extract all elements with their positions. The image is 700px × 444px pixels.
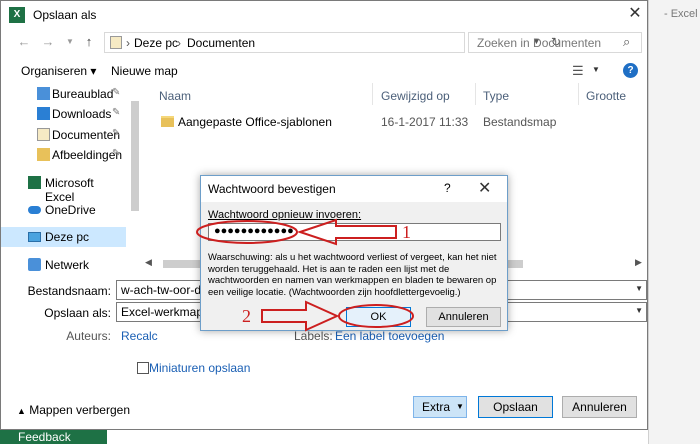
tools-label: Extra (422, 400, 451, 414)
address-bar[interactable]: › Deze pc › Documenten ▼ ↻ (104, 32, 561, 53)
view-options-icon[interactable]: ☰ (572, 63, 584, 79)
file-name: Aangepaste Office-sjablonen (178, 115, 332, 129)
step-2-label: 2 (242, 306, 251, 326)
search-icon[interactable]: ⌕ (623, 34, 630, 50)
tools-button[interactable]: Extra ▼ (413, 396, 467, 418)
navigation-pane: Bureaublad ✎ Downloads ✎ Documenten ✎ Af… (1, 83, 126, 277)
sidebar-item-label: Bureaublad (52, 87, 114, 101)
filename-label: Bestandsnaam: (27, 284, 111, 298)
sidebar-item-microsoft-excel[interactable]: Microsoft Excel (1, 173, 126, 204)
documents-location-icon (110, 36, 122, 49)
hide-folders-label: Mappen verbergen (29, 403, 130, 417)
sidebar-item-downloads[interactable]: Downloads ✎ (1, 104, 126, 124)
recent-locations-chevron-icon[interactable]: ▼ (61, 33, 79, 51)
sidebar-item-label: Deze pc (45, 230, 90, 244)
reenter-password-label: Wachtwoord opnieuw invoeren: (208, 209, 362, 221)
sidebar-item-label: Netwerk (45, 258, 90, 272)
chevron-up-icon: ▲ (17, 406, 26, 416)
address-segment-this-pc[interactable]: Deze pc (134, 36, 178, 50)
column-separator (578, 83, 579, 105)
filename-value: w-ach-tw-oor-d-e (121, 283, 212, 297)
column-header-type[interactable]: Type (483, 89, 509, 103)
pin-icon: ✎ (112, 148, 121, 159)
tags-input[interactable]: Een label toevoegen (335, 329, 444, 343)
save-as-title: Opslaan als (33, 8, 97, 22)
sidebar-item-pictures[interactable]: Afbeeldingen ✎ (1, 145, 126, 165)
back-arrow-icon[interactable]: ← (15, 33, 33, 51)
sidebar-item-network[interactable]: Netwerk (1, 255, 126, 275)
close-icon[interactable]: ✕ (478, 178, 491, 198)
sidebar-item-this-pc[interactable]: Deze pc (1, 227, 126, 247)
help-icon[interactable]: ? (444, 181, 451, 195)
sidebar-item-onedrive[interactable]: OneDrive (1, 200, 126, 220)
desktop-folder-icon (37, 87, 50, 100)
address-separator: › (126, 36, 130, 50)
address-segment-documents[interactable]: Documenten (187, 36, 255, 50)
save-as-titlebar: X Opslaan als ✕ (1, 1, 647, 29)
file-modified: 16-1-2017 11:33 (381, 115, 469, 129)
sidebar-item-label: Downloads (52, 107, 112, 121)
column-header-size[interactable]: Grootte (586, 89, 626, 103)
confirm-title: Wachtwoord bevestigen (208, 182, 336, 196)
chevron-down-icon: ▼ (456, 402, 464, 411)
save-type-dropdown-icon[interactable]: ▼ (635, 306, 643, 315)
cancel-button[interactable]: Annuleren (426, 307, 501, 327)
cancel-button[interactable]: Annuleren (562, 396, 637, 418)
authors-value[interactable]: Recalc (121, 329, 158, 343)
thumbnails-label[interactable]: Miniaturen opslaan (149, 361, 250, 375)
ok-button[interactable]: OK (346, 307, 411, 327)
password-value: ●●●●●●●●●●●● (214, 225, 294, 237)
authors-label: Auteurs: (66, 329, 111, 343)
excel-app-icon: X (9, 7, 25, 23)
excel-icon (28, 176, 41, 189)
documents-folder-icon (37, 128, 50, 141)
excel-window-edge: - Excel (648, 0, 700, 444)
downloads-folder-icon (37, 107, 50, 120)
close-icon[interactable]: ✕ (625, 4, 645, 24)
sidebar-item-label: Documenten (52, 128, 121, 142)
search-input[interactable]: Zoeken in Documenten ⌕ (468, 32, 642, 53)
sidebar-item-label: OneDrive (45, 203, 96, 217)
new-folder-button[interactable]: Nieuwe map (111, 64, 178, 78)
save-type-value: Excel-werkmap (121, 305, 204, 319)
confirm-titlebar: Wachtwoord bevestigen ? ✕ (201, 176, 507, 202)
scroll-left-icon[interactable]: ◀ (145, 257, 152, 268)
pin-icon: ✎ (112, 128, 121, 139)
tags-label: Labels: (294, 329, 333, 343)
hide-folders-button[interactable]: ▲ Mappen verbergen (17, 403, 130, 417)
column-header-modified[interactable]: Gewijzigd op (381, 89, 450, 103)
onedrive-icon (28, 206, 41, 214)
password-input[interactable]: ●●●●●●●●●●●● (208, 223, 501, 241)
up-arrow-icon[interactable]: ↑ (80, 33, 98, 51)
pictures-folder-icon (37, 148, 50, 161)
scroll-right-icon[interactable]: ▶ (635, 257, 642, 268)
filename-dropdown-icon[interactable]: ▼ (635, 284, 643, 293)
excel-title: - Excel (664, 8, 698, 20)
feedback-link[interactable]: Feedback (18, 430, 71, 444)
address-separator: › (177, 36, 181, 50)
computer-icon (28, 232, 41, 242)
sidebar-item-documents[interactable]: Documenten ✎ (1, 125, 126, 145)
file-type: Bestandsmap (483, 115, 557, 129)
help-icon[interactable]: ? (623, 63, 638, 78)
organize-button[interactable]: Organiseren ▾ (21, 64, 96, 78)
scrollbar-thumb[interactable] (131, 101, 139, 211)
step-1-label: 1 (402, 222, 411, 242)
password-warning-text: Waarschuwing: als u het wachtwoord verli… (208, 252, 497, 298)
save-button[interactable]: Opslaan (478, 396, 553, 418)
search-placeholder: Zoeken in Documenten (477, 36, 602, 50)
pin-icon: ✎ (112, 87, 121, 98)
folder-icon (161, 116, 174, 127)
sidebar-item-desktop[interactable]: Bureaublad ✎ (1, 84, 126, 104)
save-type-label: Opslaan als: (44, 306, 111, 320)
thumbnails-checkbox[interactable] (137, 362, 149, 374)
column-separator (372, 83, 373, 105)
column-separator (475, 83, 476, 105)
forward-arrow-icon[interactable]: → (39, 33, 57, 51)
navigation-scrollbar[interactable] (130, 83, 140, 277)
network-icon (28, 258, 41, 271)
view-dropdown-icon[interactable]: ▼ (592, 65, 600, 74)
column-header-name[interactable]: Naam (159, 89, 191, 103)
pin-icon: ✎ (112, 107, 121, 118)
